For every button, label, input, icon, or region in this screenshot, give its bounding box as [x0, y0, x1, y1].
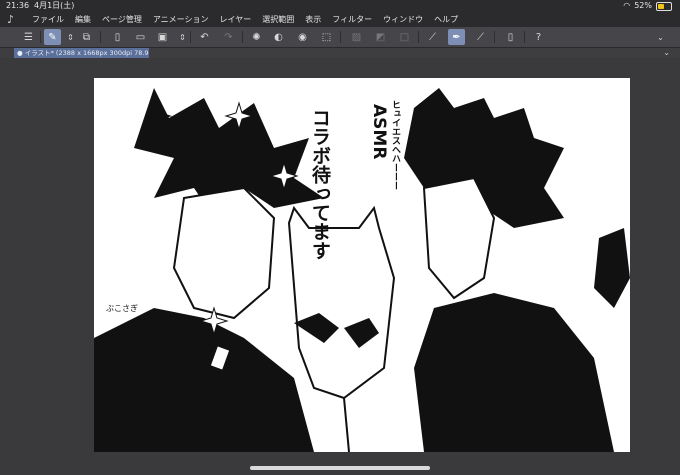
invert-selection-icon[interactable]: ◩ [372, 29, 389, 45]
menu-filter[interactable]: フィルター [332, 12, 372, 27]
device-icon[interactable]: ▯ [502, 29, 519, 45]
menu-help[interactable]: ヘルプ [434, 12, 458, 27]
menu-page[interactable]: ページ管理 [102, 12, 142, 27]
menu-file[interactable]: ファイル [32, 12, 64, 27]
battery-icon [656, 1, 672, 11]
deselect-icon[interactable]: ▨ [348, 29, 365, 45]
copy-icon[interactable]: ⧉ [78, 29, 95, 45]
artwork-text-small: ヒュイエスへハーーー [390, 100, 400, 190]
menu-edit[interactable]: 編集 [75, 12, 91, 27]
menu-view[interactable]: 表示 [305, 12, 321, 27]
home-indicator[interactable] [250, 466, 430, 470]
tab-document[interactable]: ● イラスト* (2388 x 1668px 300dpi 78.9%) [14, 48, 149, 58]
menu-layer[interactable]: レイヤー [220, 12, 252, 27]
open-file-icon[interactable]: ▭ [132, 29, 149, 45]
menu-animation[interactable]: アニメーション [153, 12, 209, 27]
new-file-icon[interactable]: ▯ [109, 29, 126, 45]
ruler-snap-icon[interactable]: ⟋ [424, 29, 441, 45]
undo-icon[interactable]: ↶ [196, 29, 213, 45]
canvas-area[interactable]: コラボ待ってます ASMR ヒュイエスへハーーー ぶこさぎ [0, 58, 680, 475]
stepper-icon[interactable]: ⇕ [174, 29, 191, 45]
selection-box-icon[interactable]: □ [396, 29, 413, 45]
pen-tool-icon[interactable]: ✒ [448, 29, 465, 45]
command-bar: ☰ ✎ ⇕ ⧉ ▯ ▭ ▣ ⇕ ↶ ↷ ✺ ◐ ◉ ⬚ ▨ ◩ □ ⟋ ✒ ⟋ … [0, 27, 680, 48]
clock: 21:36 [6, 1, 30, 10]
date: 4月1日(土) [34, 1, 75, 10]
status-indicators: ◠ 52% [623, 0, 672, 12]
line-tool-icon[interactable]: ⟋ [472, 29, 489, 45]
artwork [94, 88, 630, 452]
fill-icon[interactable]: ◉ [294, 29, 311, 45]
save-icon[interactable]: ▣ [154, 29, 171, 45]
menu-bar: ♪ ファイル 編集 ページ管理 アニメーション レイヤー 選択範囲 表示 フィル… [0, 12, 680, 27]
tab-bar: ● イラスト* (2388 x 1668px 300dpi 78.9%) ⌄ [0, 48, 680, 58]
menu-icon[interactable]: ☰ [20, 29, 37, 45]
menu-selection[interactable]: 選択範囲 [262, 12, 294, 27]
csp-app-icon[interactable]: ♪ [7, 14, 18, 25]
redo-icon[interactable]: ↷ [220, 29, 237, 45]
menu-items: ファイル 編集 ページ管理 アニメーション レイヤー 選択範囲 表示 フィルター… [32, 12, 458, 27]
menu-window[interactable]: ウィンドウ [383, 12, 423, 27]
battery-percent: 52% [634, 1, 652, 10]
more-icon[interactable]: ⌄ [652, 29, 669, 45]
edit-mode-icon[interactable]: ✎ [44, 29, 61, 45]
stepper-icon[interactable]: ⇕ [62, 29, 79, 45]
wifi-icon: ◠ [623, 1, 631, 10]
help-icon[interactable]: ? [530, 29, 547, 45]
transform-icon[interactable]: ⬚ [318, 29, 335, 45]
drawing-canvas[interactable]: コラボ待ってます ASMR ヒュイエスへハーーー ぶこさぎ [94, 78, 630, 452]
collapse-icon[interactable]: ⌄ [663, 48, 670, 58]
status-bar: 21:36 4月1日(土) ◠ 52% [0, 0, 680, 12]
artwork-text-collab: コラボ待ってます [309, 108, 331, 260]
artwork-text-asmr: ASMR [369, 104, 389, 160]
artist-signature: ぶこさぎ [106, 304, 138, 313]
clear-icon[interactable]: ◐ [270, 29, 287, 45]
busy-spinner-icon: ✺ [252, 31, 261, 43]
